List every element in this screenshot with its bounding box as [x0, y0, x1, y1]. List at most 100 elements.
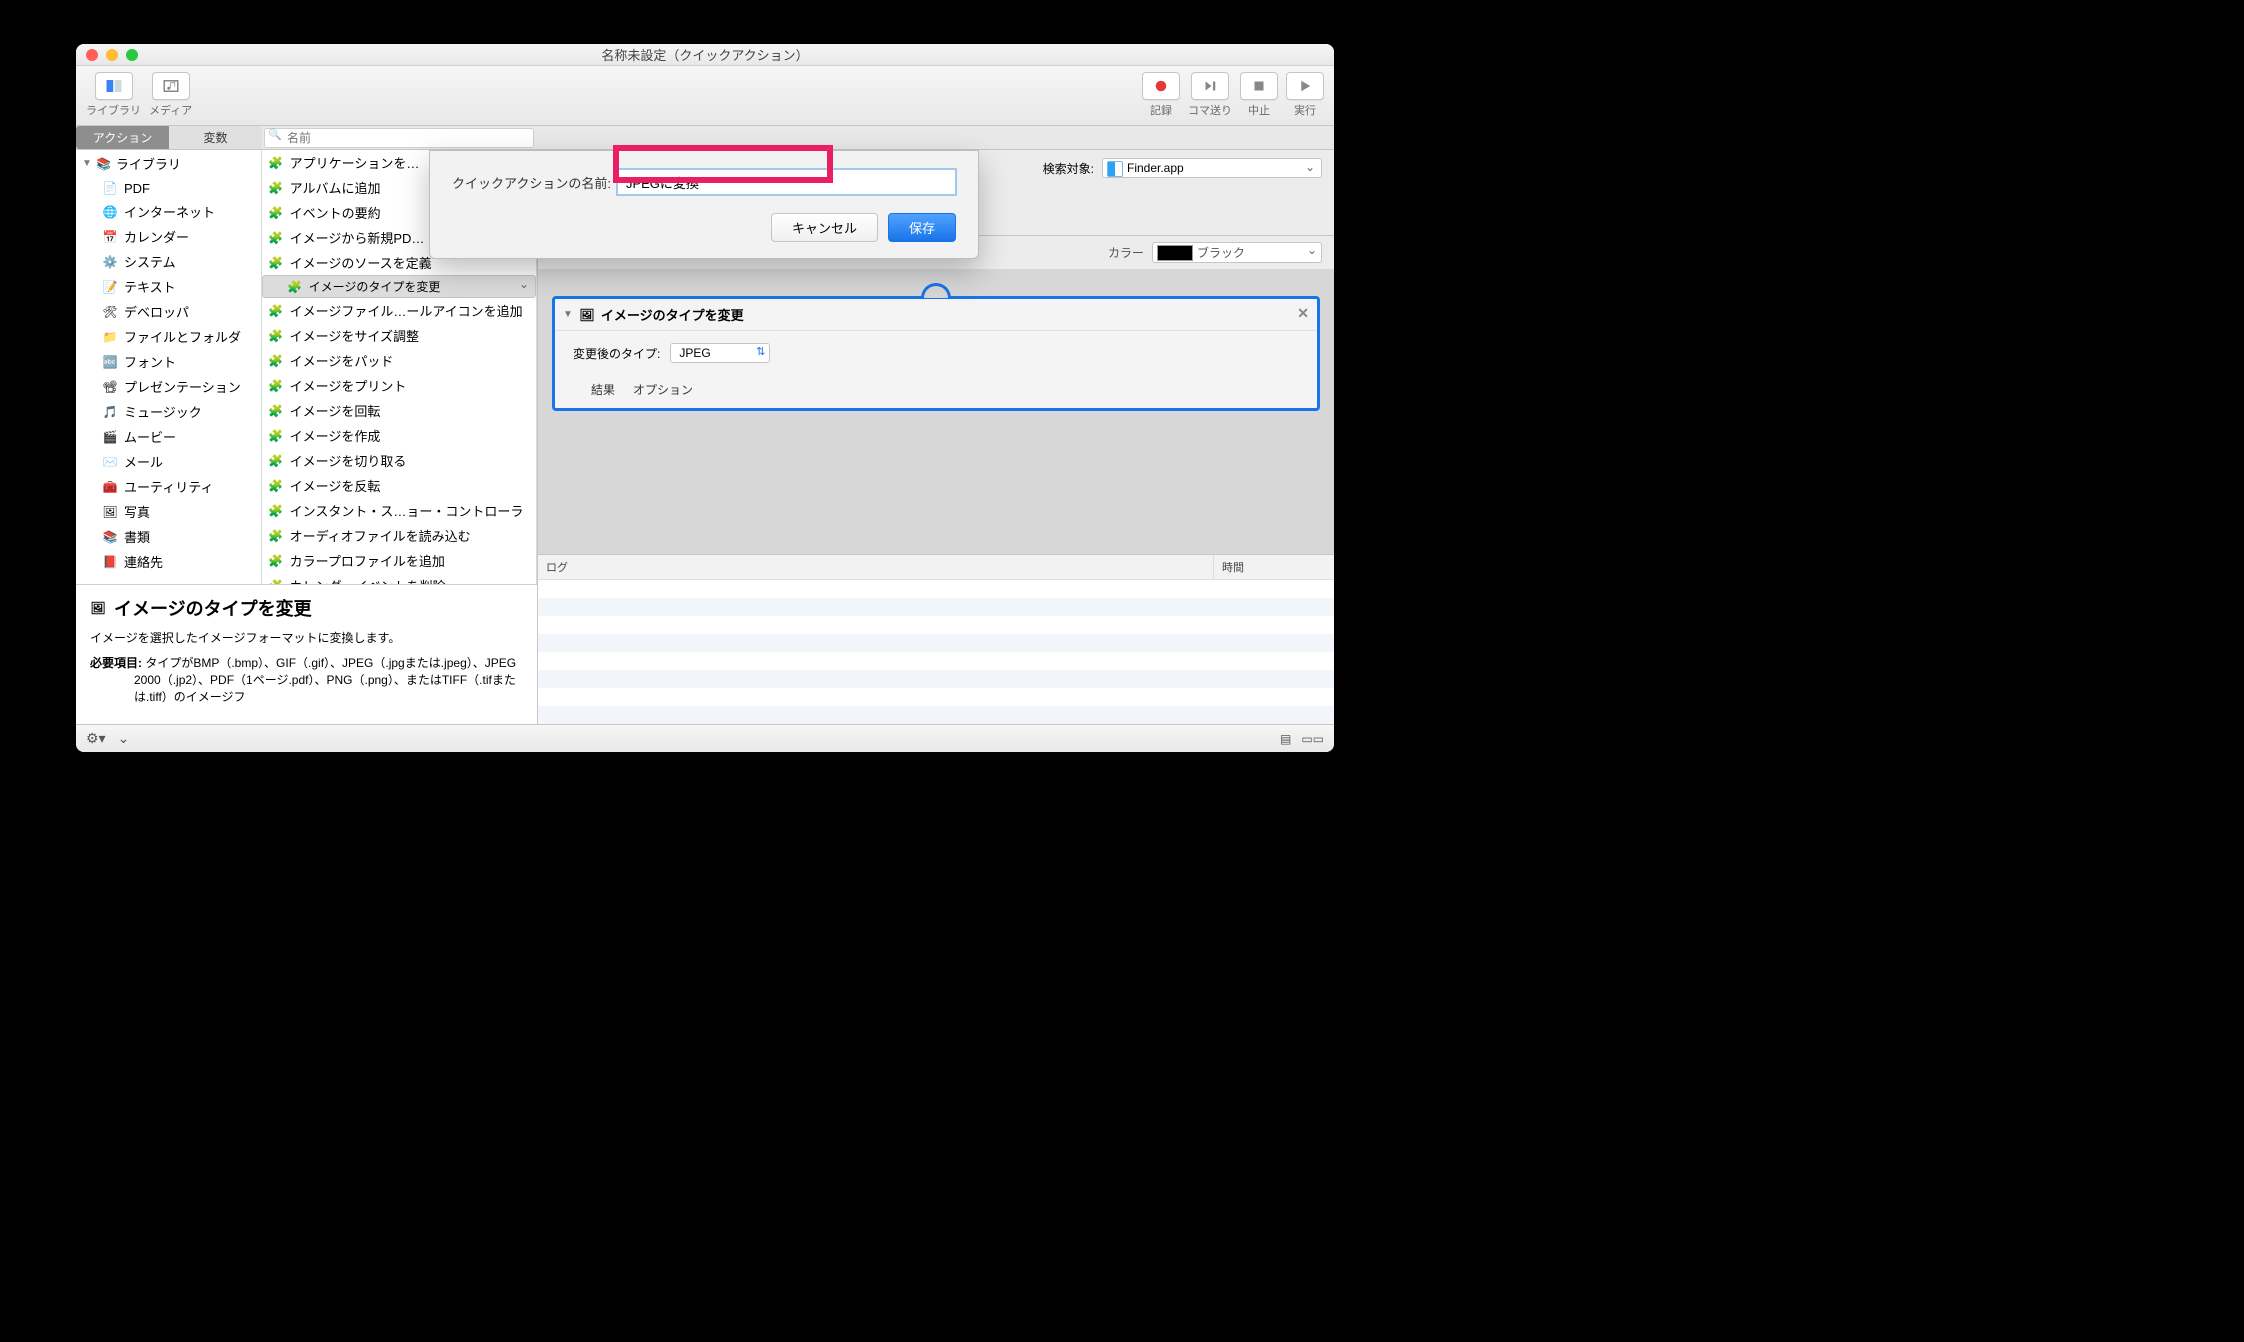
sidebar-item-label: デベロッパ	[124, 302, 189, 321]
second-toolbar: アクション 変数	[76, 126, 1334, 150]
save-name-input[interactable]	[617, 169, 956, 195]
color-select[interactable]: ブラック	[1152, 242, 1322, 263]
action-icon: 🧩	[268, 205, 284, 221]
search-input[interactable]	[264, 128, 534, 148]
action-item-label: イメージを作成	[290, 426, 381, 445]
action-icon: 🧩	[268, 155, 284, 171]
target-app-select[interactable]: Finder.app	[1102, 158, 1322, 178]
tab-actions[interactable]: アクション	[76, 126, 169, 149]
action-list-item[interactable]: 🧩カレンダーイベントを削除	[262, 573, 536, 584]
description-panel: 🖼 イメージのタイプを変更 イメージを選択したイメージフォーマットに変換します。…	[76, 584, 537, 724]
media-toolbar-button[interactable]: メディア	[149, 72, 192, 118]
sidebar-item-label: テキスト	[124, 277, 176, 296]
library-toolbar-button[interactable]: ライブラリ	[86, 72, 141, 118]
category-icon: ✉️	[102, 454, 118, 470]
library-sidebar: ▼ 📚 ライブラリ 📄PDF🌐インターネット📅カレンダー⚙️システム 📝 テキスト 🛠…	[76, 150, 262, 584]
step-toolbar-button[interactable]: コマ送り	[1188, 72, 1232, 118]
action-list-item[interactable]: 🧩イメージをパッド	[262, 348, 536, 373]
action-list-item[interactable]: 🧩 イメージファイル…ールアイコンを追加	[262, 298, 536, 323]
record-toolbar-button[interactable]: 記録	[1142, 72, 1180, 118]
sidebar-item[interactable]: 🎵ミュージック	[76, 399, 261, 424]
tab-variables[interactable]: 変数	[169, 126, 262, 149]
action-icon: 🧩	[268, 303, 284, 319]
action-list-item[interactable]: 🧩イメージのタイプを変更	[262, 275, 536, 298]
category-icon: 📚	[102, 529, 118, 545]
sidebar-item[interactable]: 🔤フォント	[76, 349, 261, 374]
sidebar-item[interactable]: 📄PDF	[76, 177, 261, 199]
sidebar-item-label: ムービー	[124, 427, 176, 446]
category-icon: 📝	[102, 279, 118, 295]
action-list-item[interactable]: 🧩イメージをプリント	[262, 373, 536, 398]
sidebar-header[interactable]: ▼ 📚 ライブラリ	[76, 150, 261, 177]
run-toolbar-button[interactable]: 実行	[1286, 72, 1324, 118]
options-link[interactable]: オプション	[633, 381, 693, 398]
description-title-row: 🖼 イメージのタイプを変更	[90, 595, 523, 621]
action-list-item[interactable]: 🧩イメージを作成	[262, 423, 536, 448]
sidebar-item[interactable]: 📚書類	[76, 524, 261, 549]
action-item-label: カレンダーイベントを削除	[290, 576, 446, 584]
workflow-canvas[interactable]: ▼ 🖼 イメージのタイプを変更 ✕ 変更後のタイプ: JPEG 結果 オプション	[538, 269, 1334, 554]
action-icon: 🧩	[268, 353, 284, 369]
sidebar-item-label: 写真	[124, 502, 150, 521]
action-icon: 🧩	[268, 180, 284, 196]
preview-app-icon: 🖼	[90, 600, 106, 616]
cancel-button[interactable]: キャンセル	[771, 213, 878, 242]
list-view-icon[interactable]: ▤	[1280, 732, 1291, 746]
log-header: ログ 時間	[538, 555, 1334, 580]
gear-menu-button[interactable]: ⚙︎▾	[86, 730, 106, 747]
sidebar-item[interactable]: 📅カレンダー	[76, 224, 261, 249]
sidebar-item[interactable]: ⚙️システム	[76, 249, 261, 274]
flow-view-icon[interactable]: ▭▭	[1301, 732, 1324, 746]
action-list-item[interactable]: 🧩イメージを切り取る	[262, 448, 536, 473]
sidebar-item[interactable]: 🎬ムービー	[76, 424, 261, 449]
category-icon: 🎵	[102, 404, 118, 420]
color-label: カラー	[1108, 244, 1144, 261]
titlebar: 名称未設定（クイックアクション）	[76, 44, 1334, 66]
action-icon: 🧩	[268, 255, 284, 271]
sidebar-item[interactable]: 🌐インターネット	[76, 199, 261, 224]
log-col-time[interactable]: 時間	[1214, 555, 1334, 579]
action-list-item[interactable]: 🧩オーディオファイルを読み込む	[262, 523, 536, 548]
action-list-item[interactable]: 🧩イメージを回転	[262, 398, 536, 423]
zoom-window-button[interactable]	[126, 49, 138, 61]
workflow-view-toggle[interactable]: ⌄	[118, 730, 130, 747]
minimize-window-button[interactable]	[106, 49, 118, 61]
action-item-label: インスタント・ス…ョー・コントローラ	[290, 501, 524, 520]
sidebar-item[interactable]: ✉️メール	[76, 449, 261, 474]
step-icon	[1191, 72, 1229, 100]
output-type-select[interactable]: JPEG	[670, 343, 770, 363]
log-col-message[interactable]: ログ	[538, 555, 1214, 579]
sidebar-item[interactable]: 🧰ユーティリティ	[76, 474, 261, 499]
sidebar-item[interactable]: 🛠デベロッパ	[76, 299, 261, 324]
sidebar-item-label: 連絡先	[124, 552, 163, 571]
save-button[interactable]: 保存	[888, 213, 956, 242]
results-link[interactable]: 結果	[591, 381, 615, 398]
sidebar-item-label: プレゼンテーション	[124, 377, 241, 396]
stop-toolbar-button[interactable]: 中止	[1240, 72, 1278, 118]
traffic-lights	[86, 49, 138, 61]
sidebar-item-label: カレンダー	[124, 227, 189, 246]
library-icon	[95, 72, 133, 100]
description-body: イメージを選択したイメージフォーマットに変換します。	[90, 629, 523, 646]
status-bar: ⚙︎▾ ⌄ ▤ ▭▭	[76, 724, 1334, 752]
sidebar-item-label: ファイルとフォルダ	[124, 327, 241, 346]
action-list-item[interactable]: 🧩イメージをサイズ調整	[262, 323, 536, 348]
action-list-item[interactable]: 🧩カラープロファイルを追加	[262, 548, 536, 573]
action-icon: 🧩	[268, 453, 284, 469]
action-item-label: イメージファイル…ールアイコンを追加	[290, 301, 523, 320]
sidebar-item[interactable]: 📁ファイルとフォルダ	[76, 324, 261, 349]
action-item-label: イメージのタイプを変更	[309, 278, 441, 295]
category-icon: 📄	[102, 180, 118, 196]
sidebar-item[interactable]: 📝 テキスト	[76, 274, 261, 299]
sidebar-item[interactable]: 📕連絡先	[76, 549, 261, 574]
sidebar-item[interactable]: 📽プレゼンテーション	[76, 374, 261, 399]
action-card-header[interactable]: ▼ 🖼 イメージのタイプを変更 ✕	[555, 299, 1317, 331]
action-list-item[interactable]: 🧩イメージを反転	[262, 473, 536, 498]
play-icon	[1286, 72, 1324, 100]
action-list-item[interactable]: 🧩インスタント・ス…ョー・コントローラ	[262, 498, 536, 523]
action-icon: 🧩	[268, 378, 284, 394]
sidebar-item[interactable]: 🖼 写真	[76, 499, 261, 524]
category-icon: 🖼	[102, 504, 118, 520]
remove-action-button[interactable]: ✕	[1297, 305, 1309, 322]
close-window-button[interactable]	[86, 49, 98, 61]
